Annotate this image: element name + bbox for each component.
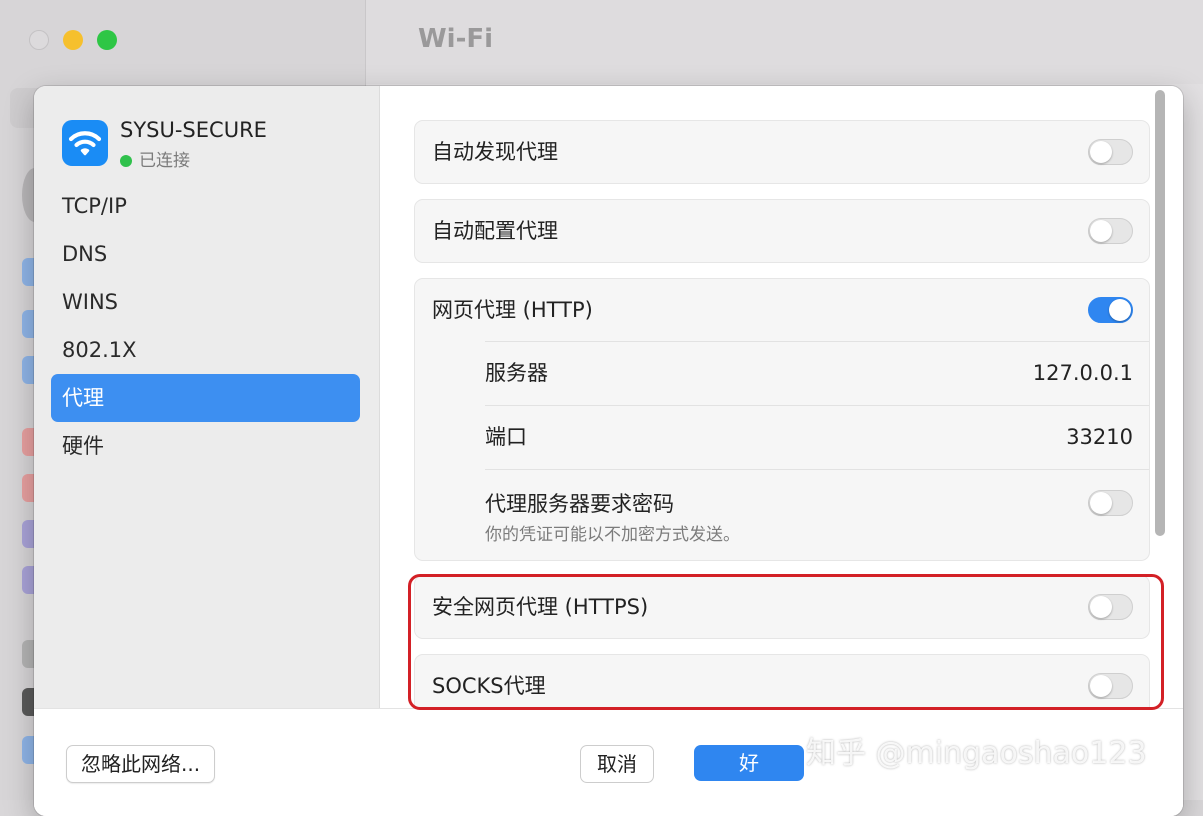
network-details-sheet: SYSU-SECURE 已连接 TCP/IP DNS WINS 802.1X 代… <box>34 86 1183 816</box>
toggle-knob <box>1090 220 1112 242</box>
proxy-settings-panel: 自动发现代理 自动配置代理 网页代理 (HTTP) 服务器 127.0.0.1 … <box>380 86 1183 816</box>
http-password-label: 代理服务器要求密码 <box>485 492 674 516</box>
toggle-knob <box>1109 299 1131 321</box>
https-proxy-toggle[interactable] <box>1088 594 1133 620</box>
toggle-knob <box>1090 596 1112 618</box>
wifi-icon <box>62 120 108 166</box>
sidebar-item-hardware[interactable]: 硬件 <box>51 422 360 470</box>
minimize-window-button[interactable] <box>63 30 83 50</box>
settings-nav: TCP/IP DNS WINS 802.1X 代理 硬件 <box>51 182 360 470</box>
http-password-toggle[interactable] <box>1088 490 1133 516</box>
watermark: 知乎 @mingaoshao123 <box>806 736 1147 771</box>
http-server-field[interactable]: 127.0.0.1 <box>1033 342 1133 405</box>
connected-dot-icon <box>120 155 132 167</box>
http-server-label: 服务器 <box>485 361 548 385</box>
toggle-knob <box>1090 141 1112 163</box>
auto-config-label: 自动配置代理 <box>432 219 558 243</box>
http-port-row: 端口 33210 <box>485 405 1149 469</box>
http-proxy-label: 网页代理 (HTTP) <box>432 298 593 322</box>
forget-network-button[interactable]: 忽略此网络... <box>66 745 216 783</box>
scrollbar[interactable] <box>1153 90 1167 536</box>
auto-discovery-label: 自动发现代理 <box>432 140 558 164</box>
auto-config-toggle[interactable] <box>1088 218 1133 244</box>
auto-config-row: 自动配置代理 <box>415 200 1149 262</box>
https-proxy-group: 安全网页代理 (HTTPS) <box>414 575 1150 639</box>
https-proxy-label: 安全网页代理 (HTTPS) <box>432 595 649 619</box>
http-proxy-group: 网页代理 (HTTP) 服务器 127.0.0.1 端口 33210 代理服务器… <box>414 278 1150 561</box>
network-name: SYSU-SECURE <box>120 118 267 142</box>
sidebar-item-tcpip[interactable]: TCP/IP <box>51 182 360 230</box>
http-password-hint: 你的凭证可能以不加密方式发送。 <box>485 525 740 545</box>
http-port-field[interactable]: 33210 <box>1066 406 1133 469</box>
auto-discovery-toggle[interactable] <box>1088 139 1133 165</box>
sidebar-item-proxy[interactable]: 代理 <box>51 374 360 422</box>
http-password-row: 代理服务器要求密码 你的凭证可能以不加密方式发送。 <box>485 469 1149 560</box>
toggle-knob <box>1090 492 1112 514</box>
connection-status-text: 已连接 <box>139 151 190 171</box>
socks-proxy-toggle[interactable] <box>1088 673 1133 699</box>
scrollbar-thumb[interactable] <box>1155 90 1165 536</box>
toggle-knob <box>1090 675 1112 697</box>
sidebar-item-wins[interactable]: WINS <box>51 278 360 326</box>
http-port-label: 端口 <box>485 425 527 449</box>
http-proxy-row: 网页代理 (HTTP) <box>415 279 1149 341</box>
connection-status: 已连接 <box>120 146 190 171</box>
close-window-button[interactable] <box>29 30 49 50</box>
zoom-window-button[interactable] <box>97 30 117 50</box>
ok-button[interactable]: 好 <box>694 745 804 781</box>
auto-config-group: 自动配置代理 <box>414 199 1150 263</box>
sidebar-item-8021x[interactable]: 802.1X <box>51 326 360 374</box>
https-proxy-row: 安全网页代理 (HTTPS) <box>415 576 1149 638</box>
window-title: Wi-Fi <box>418 24 494 54</box>
http-server-row: 服务器 127.0.0.1 <box>485 341 1149 405</box>
sidebar-item-dns[interactable]: DNS <box>51 230 360 278</box>
auto-discovery-row: 自动发现代理 <box>415 121 1149 183</box>
auto-discovery-group: 自动发现代理 <box>414 120 1150 184</box>
cancel-button[interactable]: 取消 <box>580 745 654 783</box>
sheet-sidebar: SYSU-SECURE 已连接 TCP/IP DNS WINS 802.1X 代… <box>34 86 380 816</box>
http-proxy-toggle[interactable] <box>1088 297 1133 323</box>
